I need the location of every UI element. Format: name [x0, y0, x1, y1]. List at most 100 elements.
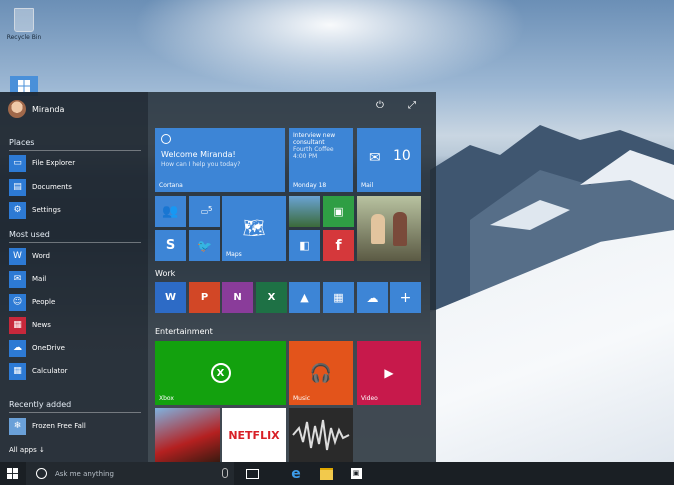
powerpoint-tile[interactable]: P	[189, 282, 220, 313]
app-word[interactable]: W Word	[9, 247, 141, 265]
xbox-tile[interactable]: X Xbox	[155, 341, 286, 405]
place-settings[interactable]: ⚙ Settings	[9, 201, 141, 219]
cortana-greeting: Welcome Miranda!	[161, 150, 236, 159]
folder-icon: ▭	[9, 154, 26, 172]
photo-icon	[289, 196, 320, 227]
add-tile[interactable]: +	[390, 282, 421, 313]
entertainment-group-heading: Entertainment	[155, 327, 213, 336]
tile-label: Xbox	[159, 395, 174, 402]
onedrive-icon: ☁	[9, 339, 26, 357]
store-icon[interactable]: ▣	[344, 462, 368, 485]
calendar-event-location: Fourth Coffee	[293, 146, 334, 153]
people-tile[interactable]: 👥	[155, 196, 186, 227]
task-view-icon[interactable]	[240, 462, 264, 485]
cortana-tile[interactable]: Welcome Miranda! How can I help you toda…	[155, 128, 285, 192]
places-divider	[9, 150, 141, 151]
onenote-tile[interactable]: N	[222, 282, 253, 313]
start-left-pane: Miranda Places ▭ File Explorer ▤ Documen…	[0, 92, 148, 462]
powerpoint-icon: P	[200, 292, 209, 303]
mail-tile[interactable]: ✉ 10 Mail	[357, 128, 421, 192]
app-label: Mail	[32, 275, 47, 283]
photo-tile-small[interactable]	[289, 196, 320, 227]
user-account[interactable]: Miranda	[8, 100, 64, 118]
messaging-tile[interactable]: ▭ 5	[189, 196, 220, 227]
cortana-subtext: How can I help you today?	[161, 161, 241, 168]
recycle-bin-icon	[14, 8, 34, 32]
netflix-tile[interactable]: NETFLIX	[222, 408, 286, 462]
messaging-count: 5	[208, 205, 213, 213]
word-icon: W	[164, 292, 177, 303]
app-calculator[interactable]: ▦ Calculator	[9, 362, 141, 380]
photos-tile[interactable]	[357, 196, 421, 261]
user-name: Miranda	[32, 104, 65, 114]
onedrive-tile[interactable]: ☁	[357, 282, 388, 313]
start-button[interactable]	[0, 462, 24, 485]
word-tile[interactable]: W	[155, 282, 186, 313]
office-tile[interactable]: ◧	[289, 230, 320, 261]
flipboard-icon: f	[335, 237, 342, 254]
power-icon[interactable]: ⏻	[376, 100, 384, 111]
tile-label: Video	[361, 395, 378, 402]
onenote-icon: N	[233, 292, 242, 303]
edge-browser-icon[interactable]: e	[284, 462, 308, 485]
taskbar: Ask me anything e ▣	[0, 462, 674, 485]
expand-icon[interactable]: ⤢	[408, 100, 416, 111]
cortana-icon	[36, 468, 47, 479]
mail-icon: ✉	[9, 270, 26, 288]
tile-label: Monday 18	[293, 182, 327, 189]
place-label: Settings	[32, 206, 61, 214]
photo-icon	[357, 196, 421, 261]
gear-icon: ⚙	[9, 201, 26, 219]
calendar-event-line: consultant	[293, 139, 325, 146]
app-people[interactable]: ☺ People	[9, 293, 141, 311]
mail-count: 10	[393, 148, 411, 164]
most-used-heading: Most used	[9, 230, 50, 239]
recently-added-heading: Recently added	[9, 400, 72, 409]
app-onedrive[interactable]: ☁ OneDrive	[9, 339, 141, 357]
tile-label: Cortana	[159, 182, 183, 189]
store-tile[interactable]: ▣	[323, 196, 354, 227]
calendar-event-time: 4:00 PM	[293, 153, 318, 160]
microphone-icon[interactable]	[222, 468, 228, 478]
messaging-icon: ▭	[200, 207, 209, 216]
app-news[interactable]: ▦ News	[9, 316, 141, 334]
tile-label: Mail	[361, 182, 374, 189]
app-label: News	[32, 321, 51, 329]
skype-tile[interactable]: S	[155, 230, 186, 261]
tile-label: Music	[293, 395, 311, 402]
recycle-bin[interactable]: Recycle Bin	[6, 8, 42, 41]
app-mail[interactable]: ✉ Mail	[9, 270, 141, 288]
twitter-icon: 🐦	[197, 238, 212, 253]
place-documents[interactable]: ▤ Documents	[9, 178, 141, 196]
video-tile[interactable]: ▶ Video	[357, 341, 421, 405]
cars-game-tile[interactable]	[155, 408, 220, 462]
calendar-tile[interactable]: Interview new consultant Fourth Coffee 4…	[289, 128, 353, 192]
excel-icon: X	[267, 292, 276, 303]
place-file-explorer[interactable]: ▭ File Explorer	[9, 154, 141, 172]
all-apps-link[interactable]: All apps ↓	[9, 446, 45, 454]
recycle-bin-label: Recycle Bin	[6, 34, 42, 41]
store-icon: ▣	[333, 205, 344, 218]
excel-tile[interactable]: X	[256, 282, 287, 313]
sway-tile[interactable]: ▲	[289, 282, 320, 313]
recently-added-divider	[9, 412, 141, 413]
flipboard-tile[interactable]: f	[323, 230, 354, 261]
calculator-icon: ▦	[9, 362, 26, 380]
music-tile[interactable]: 🎧 Music	[289, 341, 353, 405]
recent-frozen-free-fall[interactable]: ❄ Frozen Free Fall	[9, 417, 141, 435]
cortana-search-box[interactable]: Ask me anything	[26, 462, 234, 485]
cortana-icon	[161, 134, 171, 144]
plus-icon: +	[399, 289, 412, 306]
calculator-tile[interactable]: ▦	[323, 282, 354, 313]
twitter-tile[interactable]: 🐦	[189, 230, 220, 261]
maps-tile[interactable]: 🗺 Maps	[222, 196, 286, 261]
search-placeholder: Ask me anything	[55, 469, 114, 478]
start-menu: Miranda Places ▭ File Explorer ▤ Documen…	[0, 92, 436, 462]
waveform-icon	[292, 419, 350, 451]
audio-tile[interactable]	[289, 408, 353, 462]
file-explorer-icon[interactable]	[314, 462, 338, 485]
mail-icon: ✉	[369, 150, 381, 166]
windows-logo-icon	[6, 468, 18, 479]
people-icon: ☺	[9, 293, 26, 311]
people-icon: 👥	[162, 204, 179, 219]
